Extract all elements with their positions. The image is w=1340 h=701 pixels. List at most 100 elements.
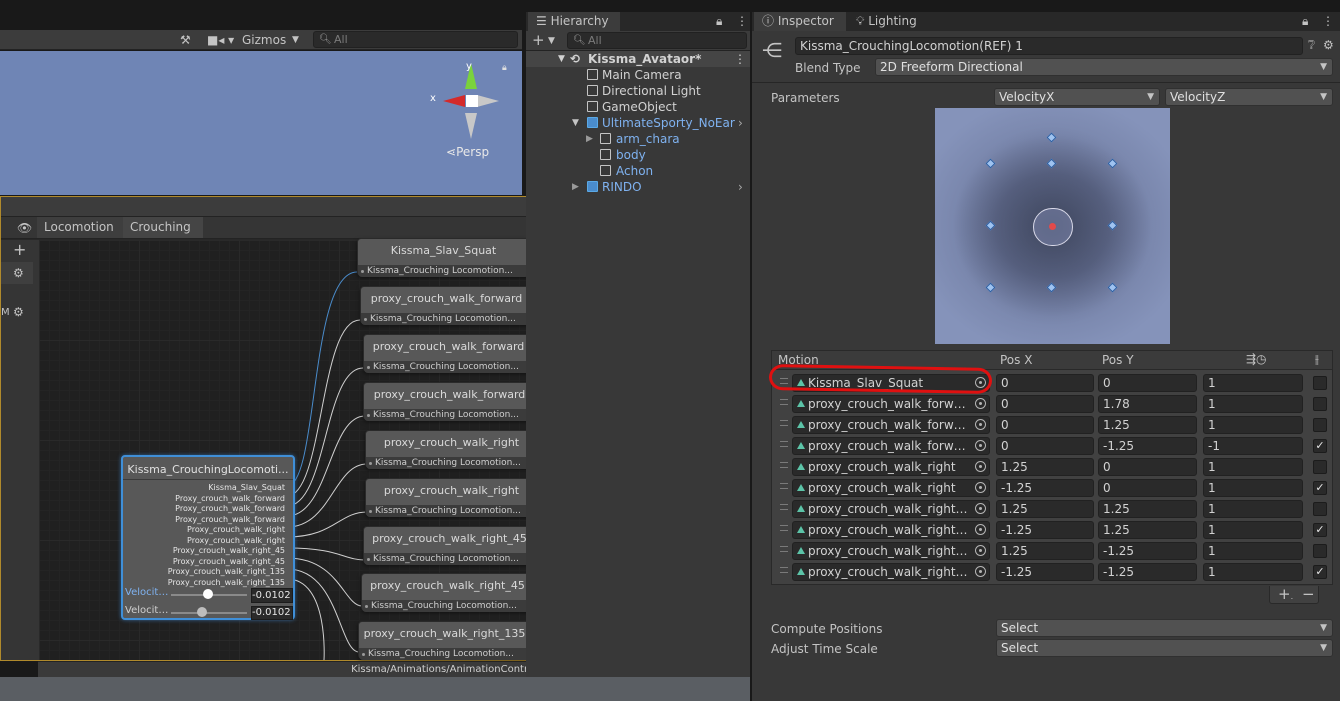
pos-y-field[interactable]: -1.25: [1098, 542, 1197, 560]
orientation-gizmo[interactable]: [425, 63, 515, 143]
lock-icon[interactable]: 🔒︎: [1302, 14, 1308, 28]
pos-x-field[interactable]: -1.25: [996, 479, 1094, 497]
pos-y-field[interactable]: 1.25: [1098, 521, 1197, 539]
pos-y-field[interactable]: 1.25: [1098, 416, 1197, 434]
breadcrumb-item-locomotion[interactable]: Locomotion: [37, 217, 123, 238]
pos-x-field[interactable]: 1.25: [996, 542, 1094, 560]
hierarchy-item[interactable]: ▶ arm_chara: [526, 131, 750, 147]
state-node[interactable]: proxy_crouch_walk_right_135 Kissma_Crouc…: [358, 621, 531, 660]
chevron-right-icon[interactable]: ▶: [586, 131, 593, 147]
compute-positions-dropdown[interactable]: Select ▼: [996, 619, 1333, 637]
drag-handle-icon[interactable]: [780, 399, 788, 405]
mirror-checkbox[interactable]: [1313, 460, 1327, 474]
blend-type-dropdown[interactable]: 2D Freeform Directional ▼: [875, 58, 1333, 76]
pos-x-field[interactable]: 1.25: [996, 458, 1094, 476]
drag-handle-icon[interactable]: [780, 525, 788, 531]
motion-clip-field[interactable]: proxy_crouch_walk_right: [792, 458, 990, 476]
state-node[interactable]: proxy_crouch_walk_forward Kissma_Crouchi…: [363, 382, 536, 421]
time-scale-field[interactable]: 1: [1203, 374, 1303, 392]
scene-search-input[interactable]: 🔍︎ All: [313, 31, 518, 48]
motion-clip-field[interactable]: proxy_crouch_walk_forward: [792, 395, 990, 413]
lock-icon[interactable]: 🔒︎: [502, 63, 507, 73]
hierarchy-item-prefab[interactable]: ▶ RINDO ›: [526, 179, 750, 195]
more-options-icon[interactable]: ⋮: [736, 14, 748, 28]
chevron-right-icon[interactable]: ›: [738, 115, 743, 131]
add-icon[interactable]: +: [13, 242, 26, 258]
mirror-checkbox[interactable]: ✓: [1313, 481, 1327, 495]
drag-handle-icon[interactable]: [780, 567, 788, 573]
chevron-down-icon[interactable]: ▼: [548, 34, 555, 48]
velocity-x-field[interactable]: -0.0102: [251, 588, 293, 603]
time-scale-field[interactable]: 1: [1203, 500, 1303, 518]
state-node[interactable]: proxy_crouch_walk_right_45 Kissma_Crouch…: [363, 526, 536, 565]
time-scale-field[interactable]: 1: [1203, 479, 1303, 497]
tab-lighting[interactable]: 💡︎ Lighting: [848, 12, 925, 31]
motion-clip-field[interactable]: proxy_crouch_walk_forward: [792, 416, 990, 434]
motion-row[interactable]: proxy_crouch_walk_forward 0 -1.25 -1 ✓: [772, 436, 1332, 457]
chevron-down-icon[interactable]: ▼: [558, 51, 565, 67]
tools-icon[interactable]: ⚒: [180, 32, 191, 48]
motion-row[interactable]: proxy_crouch_walk_right 1.25 0 1: [772, 457, 1332, 478]
motion-clip-field[interactable]: proxy_crouch_walk_right_135: [792, 563, 990, 581]
mirror-checkbox[interactable]: [1313, 376, 1327, 390]
velocity-z-field[interactable]: -0.0102: [251, 606, 293, 620]
pos-x-field[interactable]: 0: [996, 437, 1094, 455]
time-scale-field[interactable]: -1: [1203, 437, 1303, 455]
pos-x-field[interactable]: -1.25: [996, 521, 1094, 539]
scene-view[interactable]: x y 🔒︎ ⋖Persp: [0, 51, 522, 195]
motion-row[interactable]: proxy_crouch_walk_forward 0 1.25 1: [772, 415, 1332, 436]
hierarchy-item-scene[interactable]: ▼ ⟲ Kissma_Avataor* ⋮: [526, 51, 750, 67]
state-node[interactable]: proxy_crouch_walk_right Kissma_Crouching…: [365, 478, 538, 517]
state-node[interactable]: proxy_crouch_walk_right Kissma_Crouching…: [365, 430, 538, 469]
drag-handle-icon[interactable]: [780, 462, 788, 468]
motion-row[interactable]: proxy_crouch_walk_right -1.25 0 1 ✓: [772, 478, 1332, 499]
breadcrumb-item-crouching[interactable]: Crouching: [123, 217, 203, 238]
mirror-checkbox[interactable]: [1313, 544, 1327, 558]
mirror-checkbox[interactable]: ✓: [1313, 565, 1327, 579]
pos-y-field[interactable]: 0: [1098, 479, 1197, 497]
camera-icon[interactable]: ■◂ ▾: [207, 32, 234, 48]
chevron-right-icon[interactable]: ›: [738, 179, 743, 195]
object-picker-icon[interactable]: [975, 566, 986, 577]
motion-row[interactable]: proxy_crouch_walk_forward 0 1.78 1: [772, 394, 1332, 415]
tab-hierarchy[interactable]: ☰ Hierarchy: [528, 12, 620, 31]
object-picker-icon[interactable]: [975, 524, 986, 535]
motion-row[interactable]: proxy_crouch_walk_right_45 1.25 1.25 1: [772, 499, 1332, 520]
blend-position-marker[interactable]: [1049, 223, 1056, 230]
blend-space-preview[interactable]: [935, 108, 1170, 344]
velocity-z-slider-handle[interactable]: [197, 607, 207, 617]
hierarchy-search-input[interactable]: 🔍︎ All: [567, 32, 747, 49]
motion-clip-field[interactable]: proxy_crouch_walk_right: [792, 479, 990, 497]
gear-icon[interactable]: ⚙: [13, 305, 24, 319]
gear-icon[interactable]: ⚙: [13, 266, 24, 280]
object-picker-icon[interactable]: [975, 461, 986, 472]
pos-x-field[interactable]: 1.25: [996, 500, 1094, 518]
pos-y-field[interactable]: -1.25: [1098, 563, 1197, 581]
hierarchy-item[interactable]: body: [526, 147, 750, 163]
motion-clip-field[interactable]: proxy_crouch_walk_right_135: [792, 542, 990, 560]
drag-handle-icon[interactable]: [780, 483, 788, 489]
pos-y-field[interactable]: -1.25: [1098, 437, 1197, 455]
time-scale-field[interactable]: 1: [1203, 416, 1303, 434]
pos-y-field[interactable]: 1.78: [1098, 395, 1197, 413]
velocity-x-slider-handle[interactable]: [203, 589, 213, 599]
adjust-time-scale-dropdown[interactable]: Select ▼: [996, 639, 1333, 657]
pos-x-field[interactable]: 0: [996, 416, 1094, 434]
add-icon[interactable]: +: [532, 33, 545, 48]
add-motion-button[interactable]: +.: [1278, 586, 1293, 605]
drag-handle-icon[interactable]: [780, 546, 788, 552]
lock-icon[interactable]: 🔒︎: [716, 14, 722, 28]
object-picker-icon[interactable]: [975, 398, 986, 409]
persp-label[interactable]: ⋖Persp: [446, 145, 489, 159]
more-options-icon[interactable]: ⋮: [734, 51, 746, 67]
motion-clip-field[interactable]: proxy_crouch_walk_right_45: [792, 500, 990, 518]
pos-x-field[interactable]: 0: [996, 374, 1094, 392]
velocity-z-slider[interactable]: [171, 612, 247, 614]
drag-handle-icon[interactable]: [780, 441, 788, 447]
state-node[interactable]: Kissma_Slav_Squat Kissma_Crouching Locom…: [357, 238, 530, 277]
mirror-checkbox[interactable]: [1313, 418, 1327, 432]
pos-x-field[interactable]: 0: [996, 395, 1094, 413]
eye-icon[interactable]: 👁︎: [17, 221, 32, 235]
mirror-checkbox[interactable]: [1313, 502, 1327, 516]
pos-y-field[interactable]: 0: [1098, 458, 1197, 476]
